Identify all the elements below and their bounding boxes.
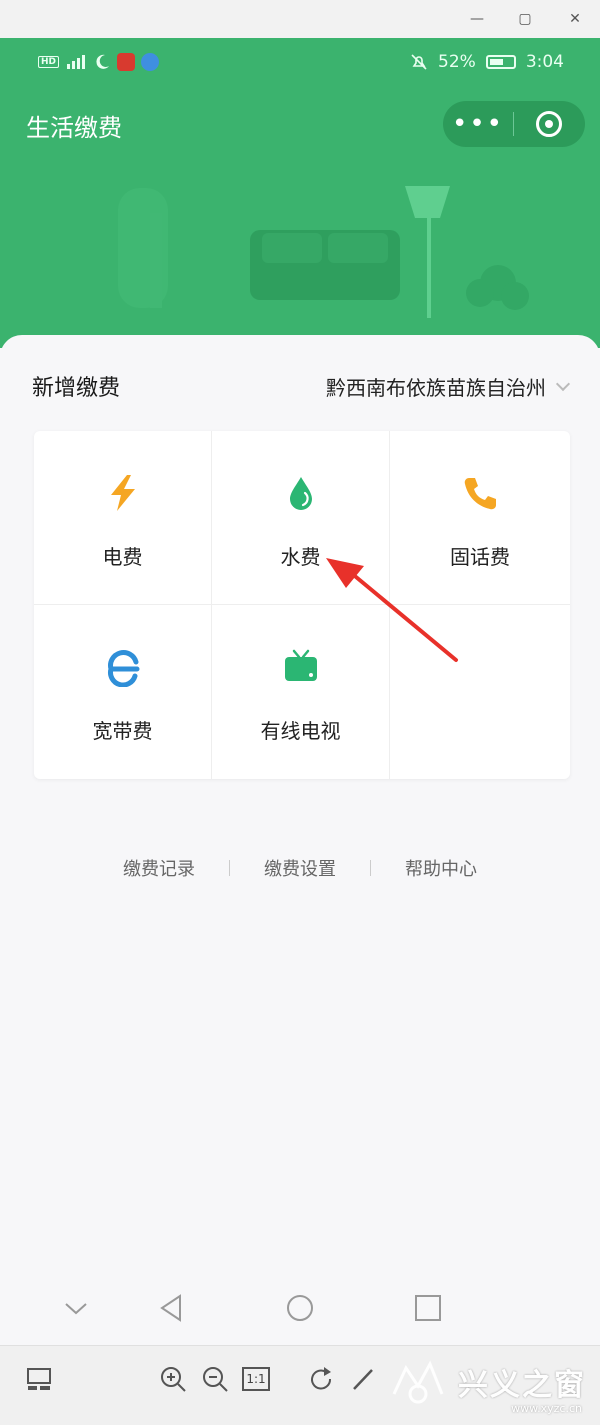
help-center-link[interactable]: 帮助中心 [371, 855, 511, 881]
thumbnail-icon[interactable] [24, 1364, 54, 1394]
close-miniprogram-button[interactable] [514, 111, 584, 137]
rotate-icon[interactable] [306, 1364, 336, 1394]
app-header: HD 52% 3:04 生活缴费 ••• [0, 38, 600, 348]
service-broadband[interactable]: 宽带费 [34, 605, 212, 779]
android-nav-bar [0, 1270, 600, 1340]
recents-icon[interactable] [410, 1290, 446, 1326]
service-label: 有线电视 [260, 719, 341, 743]
living-room-illustration [118, 186, 529, 318]
pen-icon[interactable] [348, 1364, 378, 1394]
home-icon[interactable] [282, 1290, 318, 1326]
viewer-toolbar: 1:1 兴义之窗 www.xyzc.cn [0, 1345, 600, 1425]
payment-settings-link[interactable]: 缴费设置 [230, 855, 370, 881]
app-icon [117, 53, 136, 71]
more-options-button[interactable]: ••• [443, 101, 513, 147]
mute-bell-icon [411, 54, 427, 70]
watermark-logo [392, 1360, 444, 1404]
page-title: 生活缴费 [26, 114, 122, 142]
service-water[interactable]: 水费 [212, 431, 390, 605]
chevron-down-icon [555, 376, 571, 391]
service-label: 电费 [102, 545, 143, 569]
service-label: 固话费 [450, 545, 510, 569]
empty-cell [390, 605, 570, 779]
watermark-url: www.xyzc.cn [511, 1402, 582, 1415]
close-window-button[interactable]: ✕ [564, 8, 586, 30]
zoom-out-icon[interactable] [200, 1364, 230, 1394]
region-label: 黔西南布依族苗族自治州 [326, 376, 546, 400]
actual-size-button[interactable]: 1:1 [242, 1367, 270, 1391]
zoom-in-icon[interactable] [158, 1364, 188, 1394]
broadband-e-icon [107, 650, 139, 687]
tv-icon [284, 649, 317, 681]
phone-icon [464, 478, 496, 510]
service-electricity[interactable]: 电费 [34, 431, 212, 605]
service-label: 水费 [280, 545, 321, 569]
service-grid: 电费 水费 固话费 宽带费 有线电视 [34, 431, 570, 779]
moon-icon [96, 54, 110, 69]
browser-icon [141, 53, 160, 71]
service-landline[interactable]: 固话费 [390, 431, 570, 605]
miniprogram-capsule: ••• [443, 101, 585, 147]
target-icon [536, 111, 562, 137]
status-bar: HD 52% 3:04 [0, 50, 600, 78]
status-time: 3:04 [525, 52, 564, 72]
hd-indicator: HD [38, 56, 60, 68]
maximize-button[interactable]: ▢ [514, 8, 536, 30]
main-panel: 新增缴费 黔西南布依族苗族自治州 电费 水费 固话费 宽带费 有线电视 缴费记录… [0, 335, 600, 1335]
back-icon[interactable] [154, 1290, 190, 1326]
minimize-button[interactable]: — [466, 8, 488, 30]
service-label: 宽带费 [92, 719, 153, 743]
section-title: 新增缴费 [32, 376, 121, 401]
water-drop-icon [289, 477, 312, 510]
signal-icon [67, 55, 86, 69]
viewer-title-bar: — ▢ ✕ [0, 0, 600, 38]
service-cable-tv[interactable]: 有线电视 [212, 605, 390, 779]
battery-percent: 52% [438, 52, 476, 72]
watermark-text: 兴义之窗 [458, 1368, 586, 1403]
payment-records-link[interactable]: 缴费记录 [89, 855, 229, 881]
region-selector[interactable]: 黔西南布依族苗族自治州 [326, 372, 571, 401]
footer-links: 缴费记录 缴费设置 帮助中心 [0, 855, 600, 881]
chevron-down-icon[interactable] [58, 1290, 94, 1326]
lightning-icon [110, 475, 135, 511]
battery-icon [485, 55, 516, 69]
